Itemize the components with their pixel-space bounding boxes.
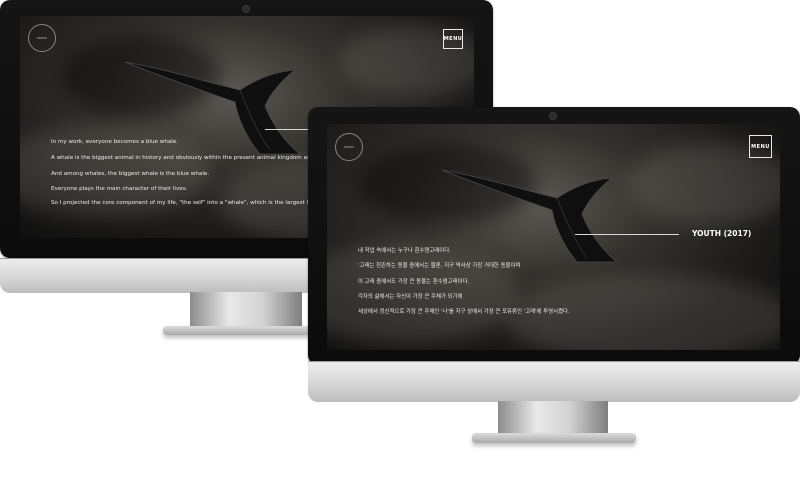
paragraph-line: A whale is the biggest animal in history…	[51, 155, 325, 161]
section-title: YOUTH (2017)	[692, 229, 752, 238]
paragraph-line: In my work, everyone becomes a blue whal…	[51, 139, 179, 145]
front-monitor-stand-neck	[498, 401, 608, 435]
back-monitor-stand-neck	[190, 292, 302, 328]
back-monitor-camera	[242, 5, 250, 13]
paragraph-line: Everyone plays the main character of the…	[51, 186, 188, 192]
paragraph-line: 이 고래 중에서도 가장 큰 동물는 흰수염고래이다.	[358, 279, 470, 285]
paragraph-line: 내 작업 속에서는 누구나 흰수염고래이다.	[358, 248, 451, 254]
paragraph-line: 각자의 삶에서는 자신이 가장 큰 주체가 되기에	[358, 294, 463, 300]
paragraph-line: '고래는 현존하는 동물 중에서는 물론, 지구 역사상 가장 거대한 동물이며	[358, 263, 521, 269]
menu-button[interactable]: MENU	[749, 135, 772, 158]
paragraph-line: And among whales, the biggest whale is t…	[51, 171, 210, 177]
section-divider-line	[575, 234, 679, 235]
back-monitor-stand-base	[163, 326, 331, 335]
front-monitor-camera	[549, 112, 557, 120]
site-logo[interactable]	[28, 24, 56, 52]
front-monitor-screen: MENU YOUTH (2017) 내 작업 속에서는 누구나 흰수염고래이다.…	[327, 124, 780, 350]
whale-tail-image	[441, 169, 619, 263]
menu-button[interactable]: MENU	[443, 29, 463, 49]
site-logo[interactable]	[335, 133, 363, 161]
front-monitor: MENU YOUTH (2017) 내 작업 속에서는 누구나 흰수염고래이다.…	[308, 107, 800, 447]
paragraph-line: 세상에서 정신적으로 가장 큰 주체인 '나'를 지구 상에서 가장 큰 포유류…	[358, 309, 570, 315]
front-monitor-stand-base	[472, 433, 636, 443]
paragraph-line: So I projected the core component of my …	[51, 200, 349, 206]
front-monitor-chin	[308, 361, 800, 402]
